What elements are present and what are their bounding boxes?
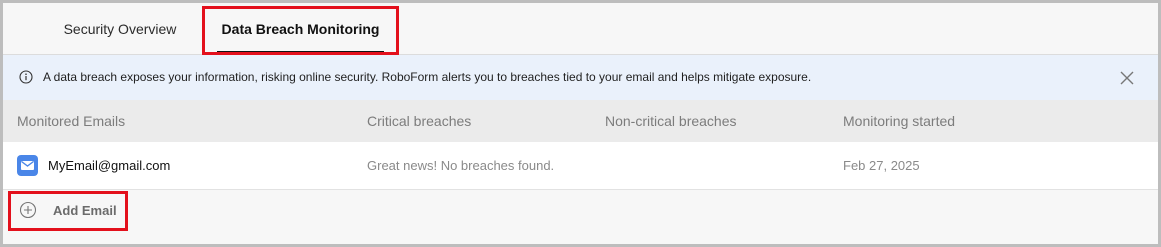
tab-label: Data Breach Monitoring [221, 20, 380, 37]
tab-data-breach-monitoring[interactable]: Data Breach Monitoring [203, 3, 398, 54]
critical-breaches-value: Great news! No breaches found. [367, 158, 555, 173]
app-window: Security Overview Data Breach Monitoring… [3, 3, 1158, 244]
active-tab-indicator [217, 51, 384, 54]
add-email-label: Add Email [53, 203, 117, 218]
tab-label: Security Overview [63, 20, 177, 37]
close-icon[interactable] [1118, 69, 1136, 87]
column-header-non-critical-breaches: Non-critical breaches [605, 113, 737, 129]
table-row[interactable]: MyEmail@gmail.com Great news! No breache… [3, 142, 1158, 190]
table-header: Monitored Emails Critical breaches Non-c… [3, 100, 1158, 142]
column-header-monitoring-started: Monitoring started [843, 113, 956, 129]
plus-circle-icon [19, 201, 37, 219]
info-banner: A data breach exposes your information, … [3, 55, 1158, 100]
banner-text: A data breach exposes your information, … [43, 70, 812, 84]
tab-security-overview[interactable]: Security Overview [53, 3, 187, 54]
tab-bar: Security Overview Data Breach Monitoring [3, 3, 1158, 55]
mail-icon [17, 155, 38, 176]
column-header-monitored-emails: Monitored Emails [17, 113, 126, 129]
column-header-critical-breaches: Critical breaches [367, 113, 472, 129]
info-icon [19, 70, 33, 84]
email-address: MyEmail@gmail.com [48, 158, 171, 173]
monitoring-started-value: Feb 27, 2025 [843, 158, 920, 173]
add-email-button[interactable]: Add Email [8, 191, 128, 231]
